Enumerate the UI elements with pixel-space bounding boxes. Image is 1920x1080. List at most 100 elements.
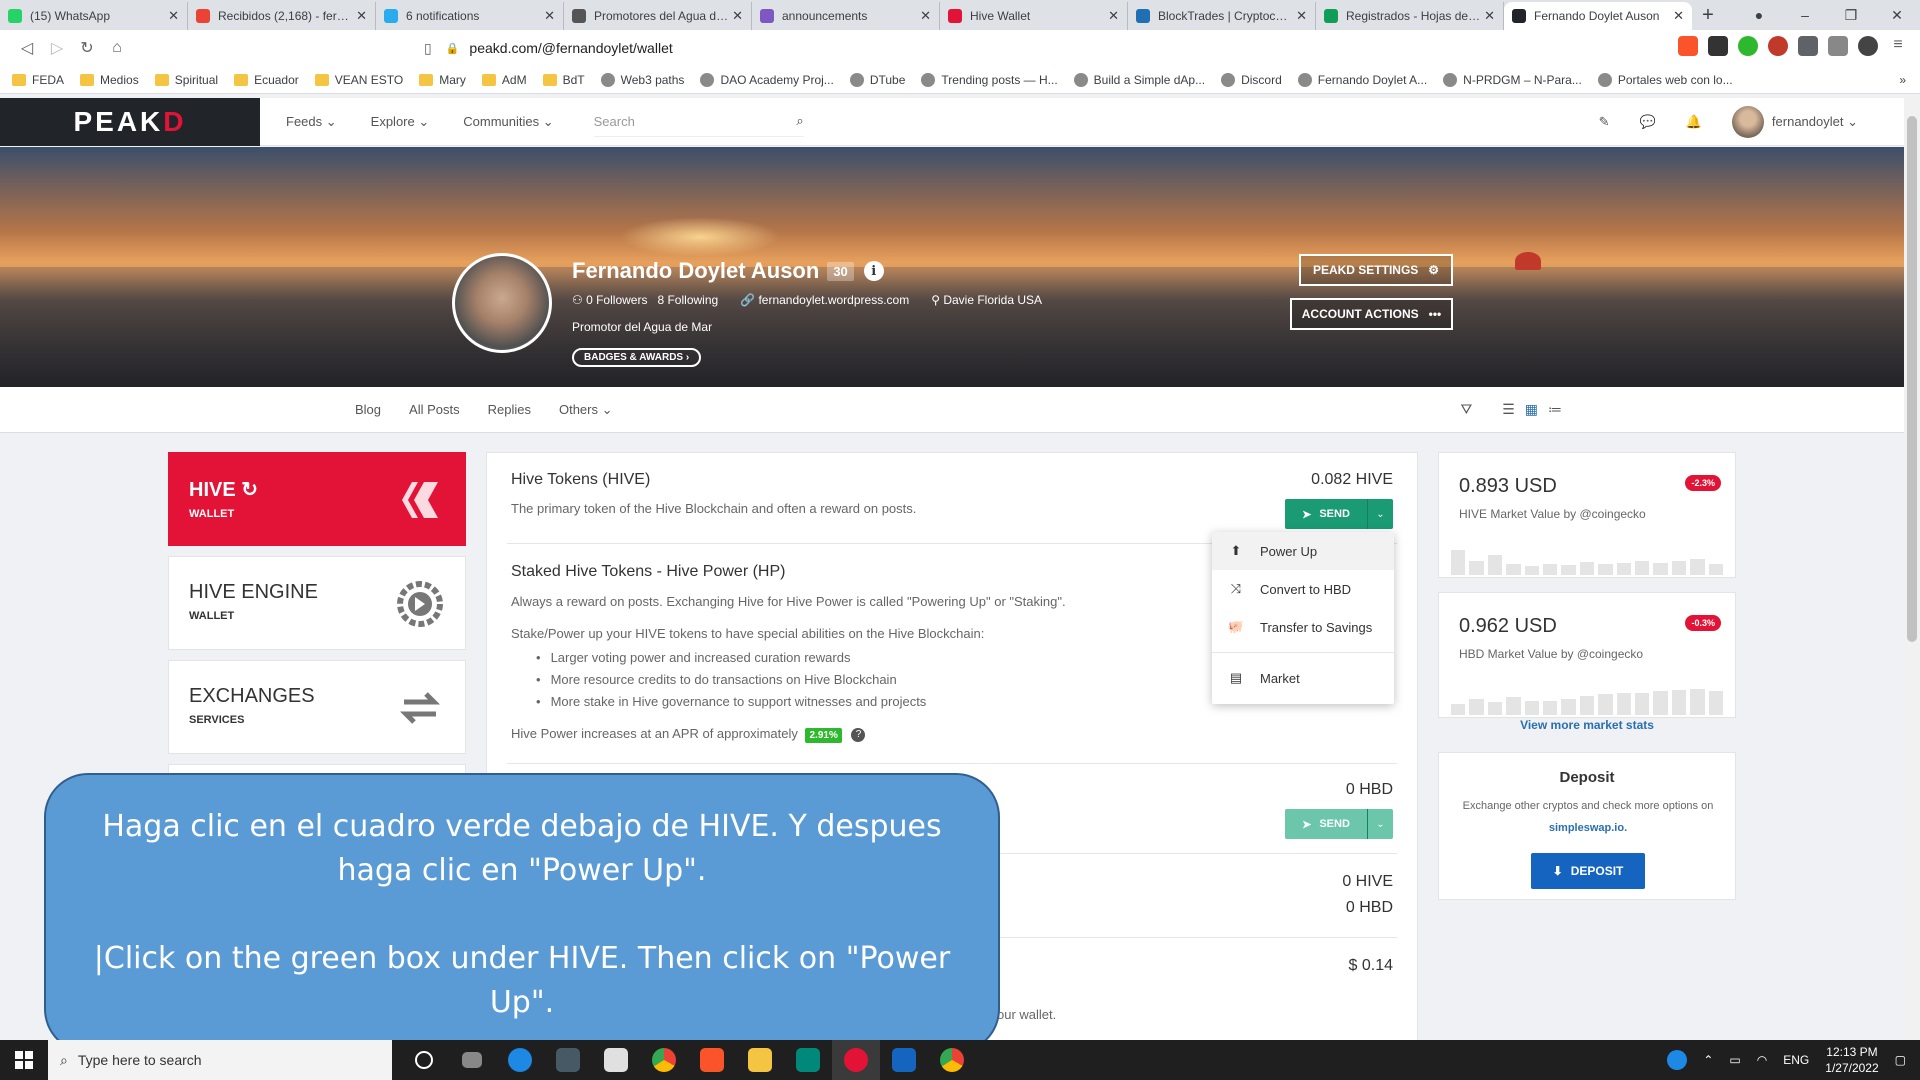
bookmark-item[interactable]: FEDA (12, 73, 64, 87)
list-view-icon[interactable]: ☰ (1502, 401, 1515, 418)
close-tab-icon[interactable]: ✕ (920, 8, 931, 24)
grid-view-icon[interactable]: ▦ (1525, 401, 1538, 418)
close-tab-icon[interactable]: ✕ (1673, 8, 1684, 24)
send-dropdown-toggle[interactable]: ⌄ (1367, 499, 1393, 529)
simpleswap-link[interactable]: simpleswap.io. (1549, 822, 1627, 834)
home-icon[interactable]: ⌂ (102, 39, 132, 57)
bell-icon[interactable]: 🔔 (1686, 114, 1702, 130)
restore-button[interactable]: ❐ (1828, 0, 1874, 30)
extension-icon[interactable] (1738, 36, 1758, 56)
browser-tab[interactable]: (15) WhatsApp ✕ (0, 2, 188, 30)
wifi-icon[interactable]: ◠ (1757, 1053, 1767, 1067)
send-button[interactable]: ➤ SEND (1285, 499, 1367, 529)
savings-hive-balance[interactable]: 0 HIVE (1342, 873, 1393, 891)
extension-icon[interactable] (1768, 36, 1788, 56)
menu-communities[interactable]: Communities ⌄ (463, 114, 553, 130)
puzzle-icon[interactable] (1798, 36, 1818, 56)
extension-icon[interactable] (1708, 36, 1728, 56)
help-icon[interactable]: ? (851, 727, 866, 742)
close-tab-icon[interactable]: ✕ (1484, 8, 1495, 24)
browser-tab[interactable]: announcements ✕ (752, 2, 940, 30)
profile-avatar[interactable] (452, 253, 552, 353)
url-field[interactable]: ▯ 🔒 peakd.com/@fernandoylet/wallet (424, 34, 1504, 62)
hive-engine-wallet-card[interactable]: HIVE ENGINE WALLET (168, 556, 466, 650)
app-icon[interactable] (592, 1040, 640, 1080)
tab-blog[interactable]: Blog (355, 402, 381, 417)
chrome-icon[interactable] (640, 1040, 688, 1080)
view-more-market-link[interactable]: View more market stats (1438, 718, 1736, 732)
profile-avatar-icon[interactable] (1858, 36, 1878, 56)
bookmark-icon[interactable]: ▯ (424, 40, 432, 57)
menu-item-market[interactable]: ▤ Market (1212, 659, 1394, 697)
browser-tab[interactable]: Promotores del Agua de Mar ✕ (564, 2, 752, 30)
exchanges-card[interactable]: EXCHANGES SERVICES (168, 660, 466, 754)
close-tab-icon[interactable]: ✕ (356, 8, 367, 24)
close-window-button[interactable]: ✕ (1874, 0, 1920, 30)
bookmark-item[interactable]: VEAN ESTO (314, 73, 403, 87)
browser-tab[interactable]: Recibidos (2,168) - fernando ✕ (188, 2, 376, 30)
bookmark-item[interactable]: Build a Simple dAp... (1073, 72, 1205, 87)
brave-shield-icon[interactable] (1678, 36, 1698, 56)
chrome-icon[interactable] (928, 1040, 976, 1080)
refresh-icon[interactable]: ↻ (241, 479, 258, 501)
bookmark-item[interactable]: DAO Academy Proj... (700, 72, 834, 87)
menu-explore[interactable]: Explore ⌄ (371, 114, 430, 130)
pencil-icon[interactable]: ✎ (1599, 114, 1610, 130)
bookmark-item[interactable]: Spiritual (154, 73, 218, 87)
forward-icon[interactable]: ▷ (42, 38, 72, 58)
scrollbar-thumb[interactable] (1907, 116, 1917, 642)
brave-icon[interactable] (688, 1040, 736, 1080)
profile-icon[interactable]: ● (1736, 0, 1782, 30)
search-icon[interactable]: ⌕ (796, 113, 803, 129)
close-tab-icon[interactable]: ✕ (1108, 8, 1119, 24)
lock-icon[interactable]: 🔒 (446, 42, 460, 55)
bookmark-item[interactable]: DTube (849, 72, 905, 87)
cortana-icon[interactable] (400, 1040, 448, 1080)
close-tab-icon[interactable]: ✕ (544, 8, 555, 24)
bookmark-item[interactable]: N-PRDGM – N-Para... (1443, 72, 1582, 87)
send-dropdown-toggle[interactable]: ⌄ (1367, 809, 1393, 839)
browser-tab[interactable]: Hive Wallet ✕ (940, 2, 1128, 30)
bookmark-item[interactable]: Medios (80, 73, 139, 87)
bookmark-item[interactable]: Trending posts — H... (921, 72, 1058, 87)
menu-icon[interactable]: ≡ (1888, 36, 1908, 56)
bookmark-item[interactable]: Web3 paths (600, 72, 684, 87)
browser-tab[interactable]: BlockTrades | Cryptocurrency ✕ (1128, 2, 1316, 30)
help-icon[interactable] (1667, 1050, 1688, 1070)
user-menu[interactable]: fernandoylet ⌄ (1731, 105, 1858, 138)
tab-others[interactable]: Others ⌄ (559, 402, 613, 418)
badges-button[interactable]: BADGES & AWARDS › (572, 348, 702, 367)
hive-wallet-card[interactable]: HIVE ↻ WALLET (168, 452, 466, 546)
hbd-balance[interactable]: 0 HBD (1346, 781, 1393, 799)
wallet-icon[interactable] (1828, 36, 1848, 56)
tab-all-posts[interactable]: All Posts (409, 402, 460, 417)
hbd-market-card[interactable]: 0.962 USD -0.3% HBD Market Value by @coi… (1438, 592, 1736, 718)
app-icon[interactable] (496, 1040, 544, 1080)
menu-item-power-up[interactable]: ⬆ Power Up (1212, 532, 1394, 570)
tab-replies[interactable]: Replies (488, 402, 531, 417)
file-explorer-icon[interactable] (736, 1040, 784, 1080)
app-icon[interactable] (832, 1040, 880, 1080)
compact-view-icon[interactable]: ≔ (1548, 401, 1562, 418)
search-input[interactable]: Search ⌕ (593, 107, 804, 137)
savings-hbd-balance[interactable]: 0 HBD (1346, 899, 1393, 917)
website-link[interactable]: 🔗 fernandoylet.wordpress.com (740, 293, 909, 307)
back-icon[interactable]: ◁ (12, 38, 42, 58)
peakd-logo[interactable]: PEAK D (0, 97, 260, 146)
menu-feeds[interactable]: Feeds ⌄ (286, 114, 337, 130)
app-icon[interactable] (880, 1040, 928, 1080)
filter-icon[interactable]: ⛛ (1460, 401, 1472, 418)
bookmark-item[interactable]: Discord (1221, 72, 1282, 87)
page-scrollbar[interactable] (1904, 98, 1920, 1040)
bookmark-item[interactable]: Ecuador (234, 73, 299, 87)
bookmark-item[interactable]: Mary (419, 73, 466, 87)
close-tab-icon[interactable]: ✕ (1296, 8, 1307, 24)
browser-tab[interactable]: 6 notifications ✕ (376, 2, 564, 30)
minimize-button[interactable]: – (1782, 0, 1828, 30)
hive-balance[interactable]: 0.082 HIVE (1311, 471, 1393, 489)
bookmarks-overflow[interactable]: » (1899, 73, 1906, 87)
chevron-up-icon[interactable]: ⌃ (1703, 1053, 1713, 1067)
followers-stats[interactable]: ⚇ 0 Followers 8 Following (572, 293, 718, 307)
hive-market-card[interactable]: 0.893 USD -2.3% HIVE Market Value by @co… (1438, 452, 1736, 578)
start-button[interactable] (0, 1040, 48, 1080)
